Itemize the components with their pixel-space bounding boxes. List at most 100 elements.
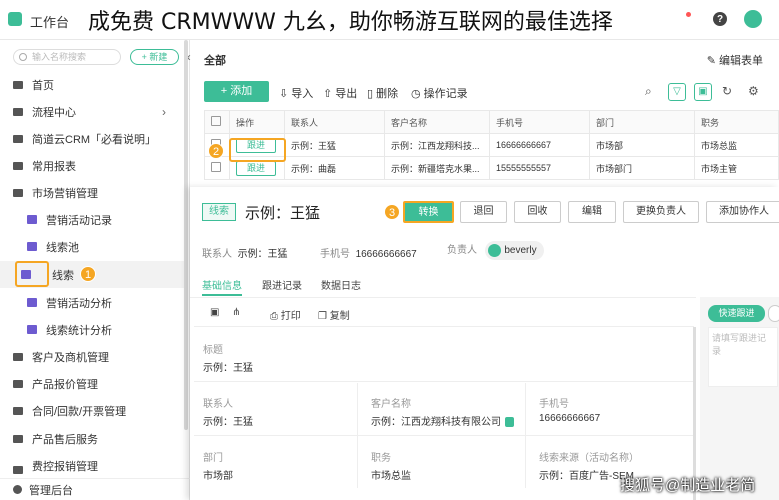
column-header[interactable]: 联系人 bbox=[284, 110, 385, 134]
sidebar-item-campaign-records[interactable]: 营销活动记录 bbox=[0, 206, 186, 233]
sidebar-item-label: 首页 bbox=[32, 79, 54, 92]
owner-chip[interactable]: beverly bbox=[485, 241, 544, 260]
export-icon: ⇧ bbox=[323, 88, 333, 100]
select-all-checkbox-cell[interactable] bbox=[204, 110, 230, 134]
delete-label: 删除 bbox=[376, 88, 399, 100]
recycle-button[interactable]: 回收 bbox=[514, 201, 561, 223]
column-header[interactable]: 部门 bbox=[589, 110, 695, 134]
sidebar-search-input[interactable]: 输入名称搜索 bbox=[13, 49, 121, 65]
tab-all[interactable]: 全部 bbox=[204, 52, 226, 68]
tab-basic-info[interactable]: 基础信息 bbox=[202, 277, 242, 292]
tab-follow-records[interactable]: 跟进记录 bbox=[262, 277, 302, 292]
field-contact-value: 示例：王猛 bbox=[203, 417, 253, 428]
sidebar-item-reports[interactable]: 常用报表 bbox=[0, 152, 186, 179]
title-cell: 市场总监 bbox=[694, 133, 779, 157]
sidebar-item-expenses[interactable]: 费控报销管理 bbox=[0, 452, 186, 474]
banner-overlay-text: 成免费 CRMWWW 九幺，助你畅游互联网的最佳选择 bbox=[88, 10, 613, 35]
add-button[interactable]: + 添加 bbox=[204, 81, 269, 102]
sidebar-item-lead-pool[interactable]: 线索池 bbox=[0, 233, 186, 260]
field-customer-value[interactable]: 示例：江西龙翔科技有限公司 bbox=[371, 413, 514, 428]
quick-follow-button[interactable]: 快速跟进 bbox=[708, 305, 765, 322]
column-header[interactable]: 职务 bbox=[694, 110, 779, 134]
app-logo bbox=[8, 12, 22, 26]
sidebar-item-label: 费控报销管理 bbox=[32, 461, 98, 473]
sidebar-item-marketing[interactable]: 市场营销管理 bbox=[0, 179, 186, 206]
share-icon[interactable]: ⋔ bbox=[232, 307, 240, 318]
edit-form-button[interactable]: ✎ 编辑表单 bbox=[707, 52, 763, 68]
quick-follow-toggle[interactable] bbox=[768, 305, 779, 322]
field-phone-value: 16666666667 bbox=[539, 413, 601, 424]
sidebar-item-label: 合同/回款/开票管理 bbox=[32, 405, 127, 418]
filter-icon[interactable]: ▽ bbox=[668, 83, 686, 101]
table-row[interactable]: 跟进 示例：王猛 示例：江西龙翔科技... 16666666667 市场部 市场… bbox=[204, 133, 779, 157]
edit-button[interactable]: 编辑 bbox=[568, 201, 616, 223]
import-label: 导入 bbox=[291, 88, 314, 100]
print-button[interactable]: ⎙ 打印 bbox=[270, 307, 301, 322]
column-header[interactable]: 客户名称 bbox=[384, 110, 490, 134]
detail-title: 示例：王猛 bbox=[245, 205, 321, 222]
column-header[interactable]: 操作 bbox=[229, 110, 285, 134]
doc-icon bbox=[13, 134, 23, 143]
follow-note-input[interactable]: 请填写跟进记录 bbox=[708, 327, 778, 387]
field-job-label: 职务 bbox=[371, 453, 391, 464]
image-icon[interactable]: ▣ bbox=[210, 307, 219, 318]
sidebar-item-label: 流程中心 bbox=[32, 106, 76, 119]
user-avatar[interactable] bbox=[744, 10, 762, 28]
sidebar-item-home[interactable]: 首页 bbox=[0, 71, 186, 98]
sidebar-item-lead-analysis[interactable]: 线索统计分析 bbox=[0, 316, 186, 343]
meta-contact-value: 示例：王猛 bbox=[237, 249, 288, 260]
table-row[interactable]: 跟进 示例：曲磊 示例：新疆塔克水果... 15555555557 市场部门 市… bbox=[204, 156, 779, 180]
notification-dot bbox=[686, 12, 691, 17]
view-icon[interactable]: ▣ bbox=[694, 83, 712, 101]
import-button[interactable]: ⇩ 导入 bbox=[279, 85, 313, 101]
sidebar-item-contracts[interactable]: 合同/回款/开票管理 bbox=[0, 397, 186, 424]
search-icon[interactable]: ⌕ bbox=[645, 84, 652, 99]
copy-button[interactable]: ❐ 复制 bbox=[318, 307, 350, 322]
sidebar-item-campaign-analysis[interactable]: 营销活动分析 bbox=[0, 289, 186, 316]
gear-icon bbox=[13, 485, 22, 494]
sidebar-item-flow[interactable]: 流程中心 › bbox=[0, 98, 186, 125]
operation-log-button[interactable]: ◷ 操作记录 bbox=[411, 85, 468, 101]
operation-log-label: 操作记录 bbox=[423, 88, 468, 100]
sidebar-item-label: 常用报表 bbox=[32, 160, 76, 173]
sidebar-item-customers[interactable]: 客户及商机管理 bbox=[0, 343, 186, 370]
form-icon bbox=[27, 242, 37, 251]
select-all-checkbox[interactable] bbox=[211, 116, 221, 126]
sidebar-item-quotes[interactable]: 产品报价管理 bbox=[0, 370, 186, 397]
export-label: 导出 bbox=[335, 88, 358, 100]
sidebar-scrollbar[interactable] bbox=[184, 40, 188, 430]
divider bbox=[194, 326, 694, 327]
change-owner-button[interactable]: 更换负责人 bbox=[623, 201, 699, 223]
app-title[interactable]: 工作台 bbox=[30, 12, 69, 31]
refresh-icon[interactable]: ↻ bbox=[722, 84, 732, 98]
export-button[interactable]: ⇧ 导出 bbox=[323, 85, 357, 101]
folder-icon bbox=[13, 352, 23, 361]
add-collaborator-button[interactable]: 添加协作人 bbox=[706, 201, 779, 223]
meta-phone-value: 16666666667 bbox=[355, 249, 417, 260]
settings-icon[interactable]: ⚙ bbox=[748, 84, 759, 98]
new-button[interactable]: + 新建 bbox=[130, 49, 179, 65]
divider bbox=[194, 381, 694, 382]
column-header[interactable]: 手机号 bbox=[489, 110, 590, 134]
follow-up-button[interactable]: 跟进 bbox=[236, 160, 276, 176]
sidebar-item-guide[interactable]: 简道云CRM「必看说明」 bbox=[0, 125, 186, 152]
return-button[interactable]: 退回 bbox=[460, 201, 507, 223]
delete-button[interactable]: ▯ 删除 bbox=[367, 85, 398, 101]
convert-button[interactable]: 转换 bbox=[403, 201, 454, 223]
folder-icon bbox=[13, 188, 23, 197]
folder-icon bbox=[13, 406, 23, 415]
tab-divider bbox=[190, 297, 696, 298]
active-tab-indicator bbox=[202, 294, 242, 296]
admin-label: 管理后台 bbox=[29, 484, 73, 497]
chart-icon bbox=[27, 298, 37, 307]
row-checkbox[interactable] bbox=[211, 162, 221, 172]
lead-detail-panel: 线索 示例：王猛 3 转换 退回 回收 编辑 更换负责人 添加协作人 联系人 示… bbox=[190, 187, 779, 500]
sidebar-item-label: 营销活动分析 bbox=[46, 297, 112, 310]
sidebar-item-leads[interactable]: 线索 1 bbox=[0, 261, 186, 288]
row-checkbox-cell[interactable] bbox=[204, 156, 230, 180]
tab-data-log[interactable]: 数据日志 bbox=[321, 277, 361, 292]
sidebar-item-aftersales[interactable]: 产品售后服务 bbox=[0, 425, 186, 452]
admin-link[interactable]: 管理后台 bbox=[0, 478, 190, 500]
folder-icon bbox=[13, 466, 23, 474]
help-icon[interactable]: ? bbox=[713, 12, 727, 26]
